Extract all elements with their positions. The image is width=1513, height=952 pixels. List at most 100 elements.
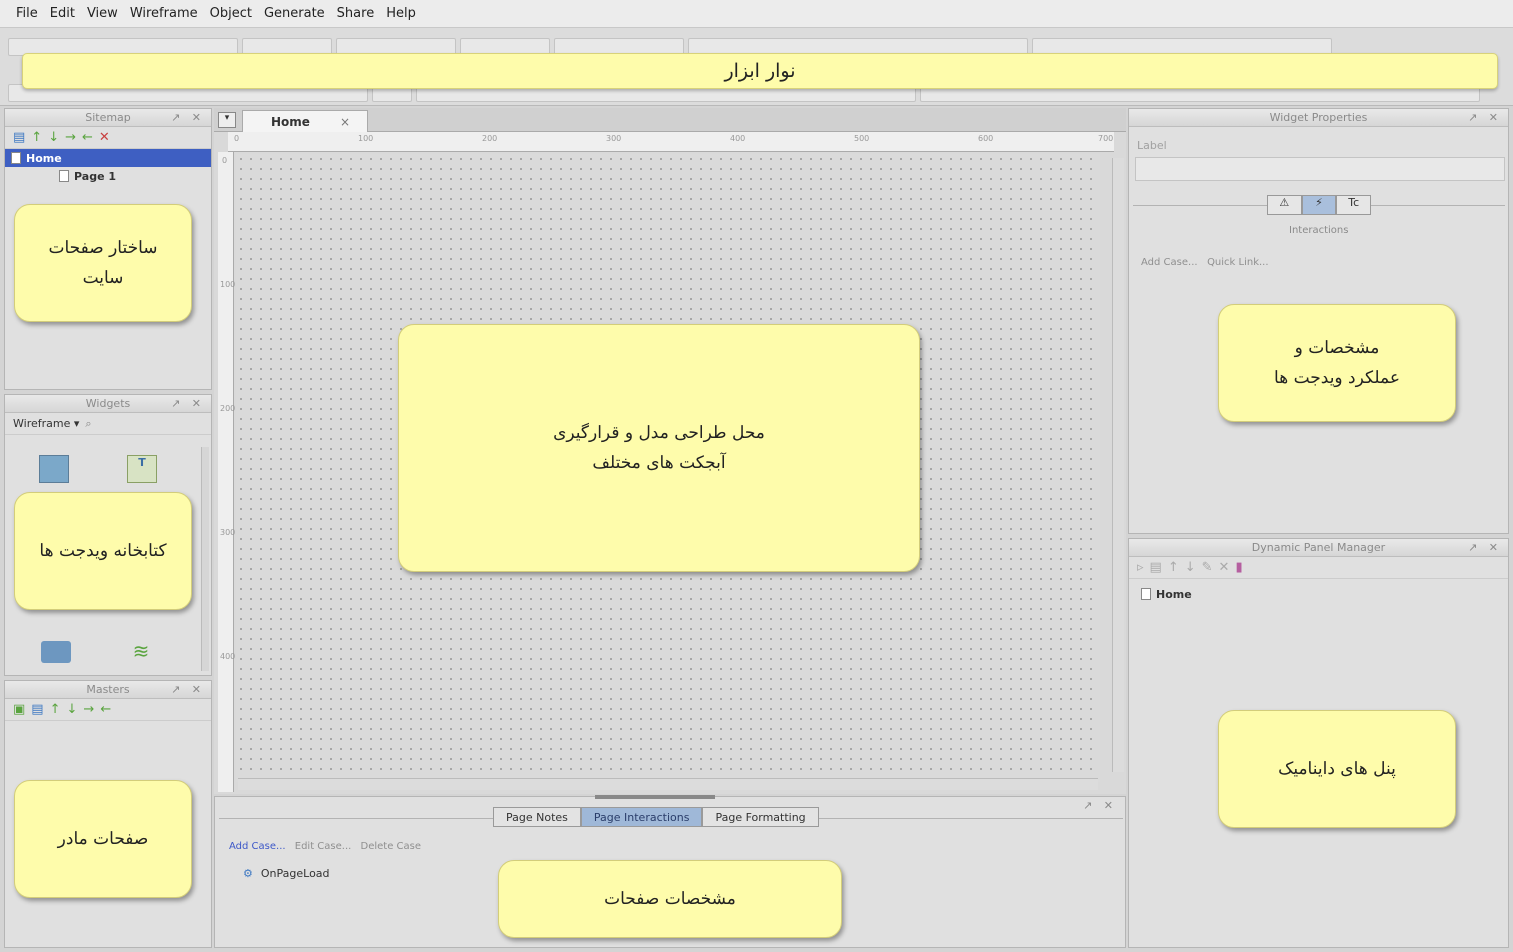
annotations-tab-icon[interactable]: ⚠ (1267, 195, 1302, 215)
menu-wireframe[interactable]: Wireframe (124, 6, 204, 21)
label-input[interactable] (1135, 157, 1505, 181)
add-folder-icon[interactable]: ▤ (31, 702, 43, 717)
panel-controls-icon[interactable]: ↗ ✕ (1468, 541, 1502, 554)
ruler-tick-label: 100 (358, 134, 374, 143)
ruler-tick-label: 600 (978, 134, 994, 143)
ruler-tick-label: 200 (220, 404, 236, 413)
ruler-tick-label: 300 (606, 134, 622, 143)
canvas-vertical-scrollbar[interactable] (1112, 158, 1124, 772)
add-page-icon[interactable]: ▤ (13, 130, 25, 145)
ruler-tick-label: 0 (234, 134, 240, 143)
dynamic-panel-widget-icon[interactable] (41, 641, 71, 663)
text-panel-widget-icon[interactable]: T (127, 455, 157, 483)
ruler-vertical: 0 100 200 300 400 (218, 152, 236, 792)
arrow-up-icon[interactable]: ↑ (1168, 560, 1179, 575)
canvas-horizontal-scrollbar[interactable] (238, 778, 1098, 790)
annotation-text: عملکرد ویدجت ها (1274, 368, 1400, 388)
annotation-text: مشخصات و (1294, 338, 1380, 358)
arrow-right-icon[interactable]: → (83, 702, 94, 717)
tab-page-notes[interactable]: Page Notes (493, 807, 581, 827)
event-label: OnPageLoad (260, 867, 330, 880)
style-tab-icon[interactable]: Tc (1336, 195, 1372, 215)
close-icon[interactable]: × (340, 115, 350, 129)
widgets-header: Widgets ↗ ✕ (5, 395, 211, 413)
menu-share[interactable]: Share (331, 6, 381, 21)
event-icon: ⚙ (243, 867, 253, 880)
splitter-handle[interactable] (595, 795, 715, 799)
masters-title: Masters (86, 683, 130, 696)
arrow-up-icon[interactable]: ↑ (31, 130, 42, 145)
panel-controls-icon[interactable]: ↗ ✕ (171, 683, 205, 696)
ruler-tick-label: 0 (222, 156, 228, 165)
duplicate-icon[interactable]: ▤ (1150, 560, 1162, 575)
ruler-tick-label: 300 (220, 528, 236, 537)
sitemap-item-label: Page 1 (74, 169, 117, 183)
sitemap-header: Sitemap ↗ ✕ (5, 109, 211, 127)
arrow-left-icon[interactable]: ← (82, 130, 93, 145)
widgets-library-row: Wireframe ▾ ⌕ (5, 413, 211, 435)
annotation-text: صفحات مادر (57, 829, 149, 849)
ruler-tick-label: 100 (220, 280, 236, 289)
dynamic-panel-annotation: پنل های داینامیک (1218, 710, 1456, 828)
edit-icon[interactable]: ✎ (1202, 560, 1213, 575)
menu-object[interactable]: Object (204, 6, 258, 21)
tab-home[interactable]: Home × (242, 110, 368, 132)
annotation-text: سایت (82, 268, 124, 288)
layers-widget-icon[interactable]: ≋ (125, 639, 157, 663)
panel-controls-icon[interactable]: ↗ ✕ (1468, 111, 1502, 124)
tab-page-interactions[interactable]: Page Interactions (580, 807, 703, 827)
sitemap-item-home[interactable]: Home (5, 149, 211, 167)
interactions-section-label: Interactions (1289, 225, 1349, 236)
delete-page-icon[interactable]: ✕ (99, 130, 110, 145)
arrow-up-icon[interactable]: ↑ (50, 702, 61, 717)
ruler-tick-label: 400 (220, 652, 236, 661)
canvas-tab-strip: ▾ Home × (214, 108, 1126, 132)
toolbar-annotation: نوار ابزار (22, 53, 1498, 89)
add-case-link[interactable]: Add Case... (229, 841, 286, 852)
add-state-icon[interactable]: ▹ (1137, 560, 1144, 575)
arrow-left-icon[interactable]: ← (100, 702, 111, 717)
arrow-right-icon[interactable]: → (65, 130, 76, 145)
menu-help[interactable]: Help (380, 6, 422, 21)
annotation-text: مشخصات صفحات (604, 889, 736, 909)
add-master-icon[interactable]: ▣ (13, 702, 25, 717)
page-icon (1141, 588, 1151, 600)
page-properties-annotation: مشخصات صفحات (498, 860, 842, 938)
search-icon[interactable]: ⌕ (85, 417, 91, 431)
edit-case-link[interactable]: Edit Case... (295, 841, 352, 852)
delete-case-link[interactable]: Delete Case (361, 841, 422, 852)
dynamic-panel-item[interactable]: Home (1129, 585, 1508, 603)
interactions-tab-icon[interactable]: ⚡ (1301, 195, 1337, 215)
delete-icon[interactable]: ✕ (1219, 560, 1230, 575)
panel-controls-icon[interactable]: ↗ ✕ (1083, 799, 1117, 812)
quick-link[interactable]: Quick Link... (1207, 257, 1268, 268)
masters-annotation: صفحات مادر (14, 780, 192, 898)
arrow-down-icon[interactable]: ↓ (67, 702, 78, 717)
panel-controls-icon[interactable]: ↗ ✕ (171, 397, 205, 410)
dynamic-panel-item-label: Home (1156, 587, 1192, 601)
arrow-down-icon[interactable]: ↓ (1185, 560, 1196, 575)
menu-generate[interactable]: Generate (258, 6, 331, 21)
add-case-link[interactable]: Add Case... (1141, 257, 1198, 268)
tab-label: Home (271, 114, 310, 129)
widgets-annotation: کتابخانه ویدجت ها (14, 492, 192, 610)
tab-menu-icon[interactable]: ▾ (218, 112, 236, 128)
image-widget-icon[interactable] (39, 455, 69, 483)
tab-page-formatting[interactable]: Page Formatting (702, 807, 819, 827)
dynamic-panel-toolbar: ▹ ▤ ↑ ↓ ✎ ✕ ▮ (1129, 557, 1508, 579)
page-properties-tabs: Page Notes Page Interactions Page Format… (493, 807, 819, 827)
widget-library-select[interactable]: Wireframe ▾ (13, 417, 79, 430)
menu-edit[interactable]: Edit (44, 6, 81, 21)
menu-view[interactable]: View (81, 6, 124, 21)
sitemap-item-page1[interactable]: Page 1 (5, 167, 211, 185)
widgets-scrollbar[interactable] (201, 447, 209, 671)
menu-file[interactable]: File (10, 6, 44, 21)
chart-icon[interactable]: ▮ (1235, 560, 1242, 575)
panel-controls-icon[interactable]: ↗ ✕ (171, 111, 205, 124)
dynamic-panel-title: Dynamic Panel Manager (1251, 541, 1386, 554)
annotation-text: ساختار صفحات (48, 238, 158, 258)
masters-header: Masters ↗ ✕ (5, 681, 211, 699)
event-item[interactable]: ⚙ OnPageLoad (243, 867, 330, 880)
property-tabs: ⚠ ⚡ Tc (1267, 195, 1372, 215)
arrow-down-icon[interactable]: ↓ (48, 130, 59, 145)
